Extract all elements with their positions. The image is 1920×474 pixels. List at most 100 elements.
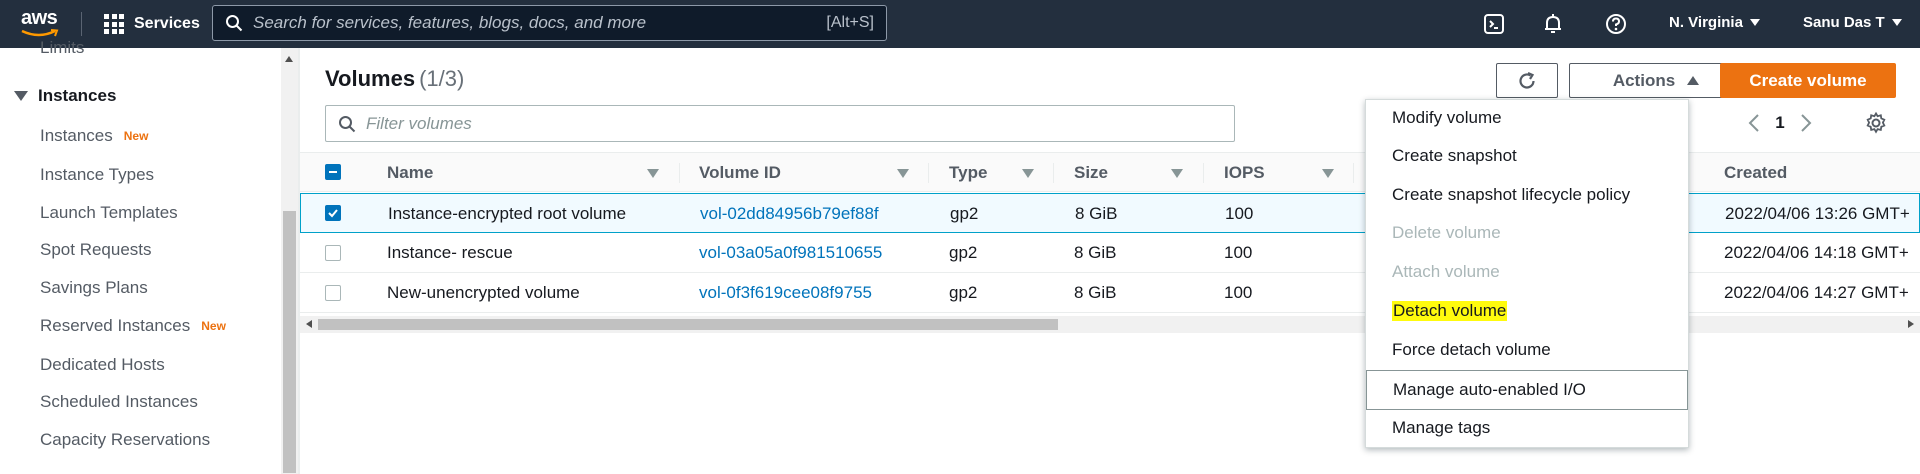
pagination: 1 bbox=[1744, 108, 1816, 138]
menu-item-detach-volume[interactable]: Detach volume bbox=[1366, 293, 1688, 329]
select-all-checkbox[interactable] bbox=[325, 164, 341, 180]
menu-item-force-detach-volume[interactable]: Force detach volume bbox=[1366, 332, 1688, 368]
search-icon bbox=[339, 115, 356, 132]
sidebar: Limits Instances Instances New Instance … bbox=[0, 38, 298, 474]
filter-box[interactable] bbox=[325, 105, 1235, 142]
refresh-button[interactable] bbox=[1496, 63, 1558, 98]
cell-size: 8 GiB bbox=[1074, 283, 1117, 302]
global-search-input[interactable] bbox=[243, 8, 827, 38]
user-menu[interactable]: Sanu Das T bbox=[1803, 14, 1902, 31]
top-navigation-bar: aws Services [Alt+S] N. Virgi bbox=[0, 0, 1920, 48]
sidebar-item-label: Capacity Reservations bbox=[40, 430, 211, 449]
sidebar-item-dedicated-hosts[interactable]: Dedicated Hosts bbox=[40, 355, 165, 375]
sidebar-scrollbar[interactable] bbox=[281, 48, 298, 474]
actions-dropdown-menu: Modify volume Create snapshot Create sna… bbox=[1365, 99, 1689, 448]
cell-type: gp2 bbox=[949, 243, 978, 262]
scrollbar-thumb[interactable] bbox=[283, 211, 296, 473]
column-separator bbox=[1053, 163, 1054, 183]
chevron-right-icon[interactable] bbox=[1796, 111, 1816, 135]
sidebar-item-capacity-reservations[interactable]: Capacity Reservations bbox=[40, 430, 210, 450]
menu-item-create-snapshot[interactable]: Create snapshot bbox=[1366, 138, 1688, 174]
checkbox-check-icon bbox=[328, 209, 338, 218]
scroll-left-arrow-icon[interactable] bbox=[306, 320, 312, 328]
menu-item-manage-tags[interactable]: Manage tags bbox=[1366, 410, 1688, 446]
global-search-box[interactable]: [Alt+S] bbox=[212, 5, 887, 41]
chevron-left-icon[interactable] bbox=[1744, 111, 1764, 135]
sidebar-item-label: Savings Plans bbox=[40, 278, 148, 297]
nav-divider bbox=[81, 12, 82, 36]
settings-gear-icon[interactable] bbox=[1864, 111, 1888, 135]
menu-item-modify-volume[interactable]: Modify volume bbox=[1366, 100, 1688, 136]
sidebar-section-instances[interactable]: Instances bbox=[14, 86, 116, 106]
aws-logo-text: aws bbox=[21, 7, 58, 29]
sort-caret-icon[interactable] bbox=[1022, 153, 1036, 193]
column-header-label: Type bbox=[949, 163, 988, 182]
region-selector[interactable]: N. Virginia bbox=[1669, 14, 1760, 31]
cell-iops: 100 bbox=[1224, 243, 1253, 262]
menu-item-create-snapshot-lifecycle-policy[interactable]: Create snapshot lifecycle policy bbox=[1366, 177, 1688, 213]
column-header-label: Volume ID bbox=[699, 163, 781, 182]
cell-volume-id-link[interactable]: vol-02dd84956b79ef88f bbox=[700, 194, 879, 234]
row-checkbox[interactable] bbox=[325, 205, 341, 221]
scroll-up-arrow-icon[interactable] bbox=[285, 56, 293, 62]
cell-size: 8 GiB bbox=[1075, 204, 1118, 223]
cell-size: 8 GiB bbox=[1074, 243, 1117, 262]
selection-count: (1/3) bbox=[419, 66, 465, 91]
row-checkbox[interactable] bbox=[325, 245, 341, 261]
column-header-volume-id[interactable]: Volume ID bbox=[699, 153, 781, 193]
sidebar-item-launch-templates[interactable]: Launch Templates bbox=[40, 203, 178, 223]
cell-volume-id-link[interactable]: vol-03a05a0f981510655 bbox=[699, 233, 882, 273]
aws-logo-icon[interactable]: aws bbox=[19, 7, 65, 41]
sidebar-item-label: Launch Templates bbox=[40, 203, 178, 222]
cell-type: gp2 bbox=[949, 283, 978, 302]
notifications-bell-icon[interactable] bbox=[1541, 12, 1565, 36]
filter-volumes-input[interactable] bbox=[356, 108, 1234, 139]
sort-caret-icon[interactable] bbox=[647, 153, 661, 193]
help-icon[interactable] bbox=[1604, 12, 1628, 36]
sidebar-item-label: Dedicated Hosts bbox=[40, 355, 165, 374]
sidebar-item-savings-plans[interactable]: Savings Plans bbox=[40, 278, 148, 298]
column-header-created[interactable]: Created bbox=[1724, 153, 1787, 193]
cell-name: Instance- rescue bbox=[387, 243, 513, 262]
search-icon bbox=[226, 15, 243, 32]
scrollbar-thumb[interactable] bbox=[318, 319, 1058, 330]
sidebar-item-limits[interactable]: Limits bbox=[40, 38, 84, 58]
new-badge: New bbox=[201, 319, 226, 333]
sidebar-item-spot-requests[interactable]: Spot Requests bbox=[40, 240, 152, 260]
sidebar-item-reserved-instances[interactable]: Reserved Instances New bbox=[40, 316, 226, 336]
actions-dropdown-button[interactable]: Actions bbox=[1569, 63, 1743, 98]
sidebar-item-scheduled-instances[interactable]: Scheduled Instances bbox=[40, 392, 198, 412]
caret-down-icon bbox=[14, 91, 28, 101]
user-label: Sanu Das T bbox=[1803, 14, 1885, 31]
services-label: Services bbox=[134, 15, 200, 32]
cell-iops: 100 bbox=[1225, 204, 1254, 223]
services-grid-icon bbox=[104, 14, 124, 34]
sidebar-item-instance-types[interactable]: Instance Types bbox=[40, 165, 154, 185]
actions-label: Actions bbox=[1612, 70, 1676, 90]
menu-item-attach-volume: Attach volume bbox=[1392, 262, 1500, 281]
column-header-iops[interactable]: IOPS bbox=[1224, 153, 1265, 193]
column-header-name[interactable]: Name bbox=[387, 153, 433, 193]
cloudshell-icon[interactable] bbox=[1482, 12, 1506, 36]
menu-item-manage-auto-enabled-io[interactable]: Manage auto-enabled I/O bbox=[1366, 370, 1688, 410]
sort-caret-icon[interactable] bbox=[897, 153, 911, 193]
cell-name: Instance-encrypted root volume bbox=[388, 204, 627, 223]
services-menu-button[interactable]: Services bbox=[104, 12, 200, 36]
row-checkbox[interactable] bbox=[325, 285, 341, 301]
column-separator bbox=[928, 163, 929, 183]
column-header-type[interactable]: Type bbox=[949, 153, 987, 193]
sidebar-item-instances[interactable]: Instances New bbox=[40, 126, 148, 146]
page-number[interactable]: 1 bbox=[1764, 113, 1796, 133]
menu-item-delete-volume: Delete volume bbox=[1392, 223, 1501, 242]
cell-volume-id-link[interactable]: vol-0f3f619cee08f9755 bbox=[699, 273, 872, 313]
sidebar-item-label: Scheduled Instances bbox=[40, 392, 198, 411]
new-badge: New bbox=[123, 129, 149, 143]
column-header-size[interactable]: Size bbox=[1074, 153, 1108, 193]
create-volume-button[interactable]: Create volume bbox=[1720, 63, 1896, 98]
scroll-right-arrow-icon[interactable] bbox=[1908, 320, 1914, 328]
sort-caret-icon[interactable] bbox=[1322, 153, 1336, 193]
column-separator bbox=[679, 163, 680, 183]
sidebar-section-title: Instances bbox=[38, 86, 117, 105]
region-label: N. Virginia bbox=[1669, 14, 1743, 31]
sort-caret-icon[interactable] bbox=[1171, 153, 1185, 193]
